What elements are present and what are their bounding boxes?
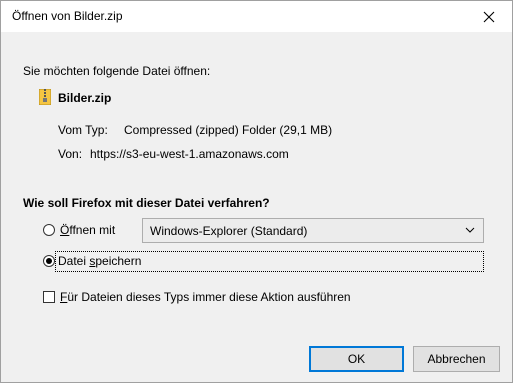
always-label-text: ür Dateien dieses Typs immer diese Aktio…: [67, 290, 351, 304]
zip-file-icon: [39, 89, 51, 105]
open-with-app-select[interactable]: Windows-Explorer (Standard): [142, 218, 484, 243]
save-file-radio[interactable]: [43, 255, 55, 267]
file-source-value: https://s3-eu-west-1.amazonaws.com: [90, 147, 289, 161]
file-name: Bilder.zip: [58, 91, 112, 105]
always-do-this-label[interactable]: Für Dateien dieses Typs immer diese Akti…: [60, 290, 351, 304]
always-do-this-checkbox[interactable]: [43, 291, 55, 303]
download-dialog: Öffnen von Bilder.zip Sie möchten folgen…: [0, 0, 513, 383]
open-with-label[interactable]: Öffnen mit: [60, 223, 115, 237]
action-question: Wie soll Firefox mit dieser Datei verfah…: [23, 196, 270, 210]
save-label-post: peichern: [95, 254, 142, 268]
cancel-button-label: Abbrechen: [427, 352, 486, 366]
cancel-button[interactable]: Abbrechen: [413, 346, 500, 372]
open-with-app-value: Windows-Explorer (Standard): [150, 224, 308, 238]
file-source-label: Von:: [58, 147, 83, 161]
ok-button[interactable]: OK: [309, 346, 404, 372]
window-title: Öffnen von Bilder.zip: [12, 9, 123, 23]
file-type-label: Vom Typ:: [58, 123, 108, 137]
close-button[interactable]: [466, 1, 512, 32]
open-with-label-accesskey: Ö: [60, 223, 70, 237]
intro-text: Sie möchten folgende Datei öffnen:: [23, 64, 211, 78]
save-file-label[interactable]: Datei speichern: [58, 254, 141, 268]
close-icon: [483, 11, 495, 22]
file-type-value: Compressed (zipped) Folder (29,1 MB): [124, 123, 333, 137]
ok-button-label: OK: [347, 352, 366, 366]
save-label-pre: Datei: [58, 254, 90, 268]
title-bar: Öffnen von Bilder.zip: [1, 1, 512, 32]
open-with-radio[interactable]: [43, 224, 55, 236]
open-with-label-text: ffnen mit: [69, 223, 116, 237]
chevron-down-icon: [465, 227, 475, 233]
radio-selected-dot: [46, 258, 52, 264]
